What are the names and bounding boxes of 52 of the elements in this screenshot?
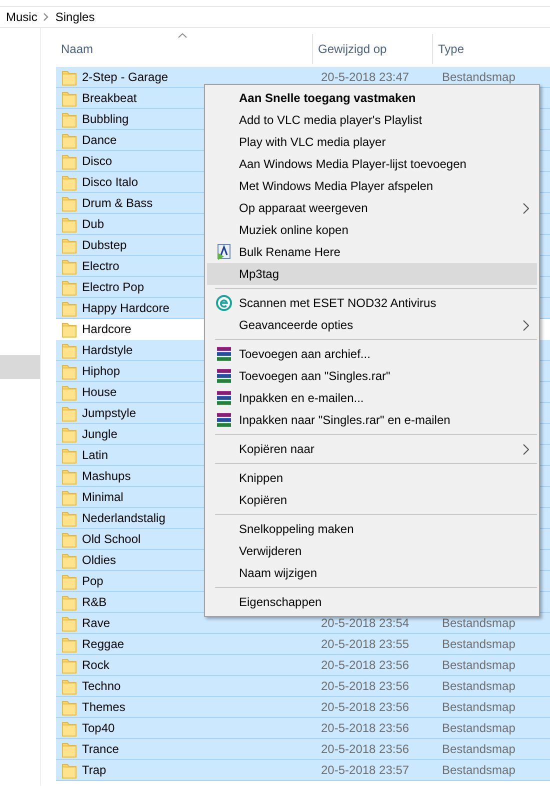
file-type: Bestandsmap: [441, 70, 516, 84]
file-type: Bestandsmap: [441, 679, 516, 693]
file-name: Hiphop: [82, 364, 120, 378]
file-name: Pop: [82, 574, 104, 588]
modified-date: 20-5-2018 23:56: [320, 742, 410, 756]
file-type: Bestandsmap: [441, 700, 516, 714]
file-name: Oldies: [82, 553, 116, 567]
file-name: Mashups: [82, 469, 131, 483]
file-name: Hardstyle: [82, 343, 133, 357]
file-name: Dubstep: [82, 238, 127, 252]
file-name: Jumpstyle: [82, 406, 136, 420]
modified-date: 20-5-2018 23:55: [320, 637, 410, 651]
file-name: Latin: [82, 448, 108, 462]
file-name: Drum & Bass: [82, 196, 153, 210]
file-name: Rock: [82, 658, 110, 672]
file-name: Electro: [82, 259, 120, 273]
file-name: Dub: [82, 217, 104, 231]
file-name: Jungle: [82, 427, 118, 441]
file-name: Trap: [82, 763, 106, 777]
modified-date: 20-5-2018 23:56: [320, 658, 410, 672]
file-type: Bestandsmap: [441, 658, 516, 672]
file-name: Trance: [82, 742, 119, 756]
modified-date: 20-5-2018 23:54: [320, 616, 410, 630]
file-type: Bestandsmap: [441, 721, 516, 735]
file-name: Happy Hardcore: [82, 301, 170, 315]
file-name: Hardcore: [82, 322, 132, 336]
file-type: Bestandsmap: [441, 616, 516, 630]
file-name: Nederlandstalig: [82, 511, 166, 525]
file-name: Electro Pop: [82, 280, 144, 294]
file-name: House: [82, 385, 117, 399]
modified-date: 20-5-2018 23:47: [320, 70, 410, 84]
file-name: Reggae: [82, 637, 124, 651]
file-type: Bestandsmap: [441, 742, 516, 756]
file-name: Top40: [82, 721, 115, 735]
file-name: Breakbeat: [82, 91, 137, 105]
modified-date: 20-5-2018 23:57: [320, 763, 410, 777]
modified-date: 20-5-2018 23:56: [320, 721, 410, 735]
file-name: Disco Italo: [82, 175, 138, 189]
file-name: Bubbling: [82, 112, 129, 126]
file-name: Minimal: [82, 490, 124, 504]
file-name: Themes: [82, 700, 126, 714]
file-type: Bestandsmap: [441, 637, 516, 651]
file-name: Rave: [82, 616, 110, 630]
file-name: Disco: [82, 154, 112, 168]
file-name: 2-Step - Garage: [82, 70, 168, 84]
modified-date: 20-5-2018 23:56: [320, 700, 410, 714]
file-name: R&B: [82, 595, 107, 609]
file-name: Dance: [82, 133, 117, 147]
modified-date: 20-5-2018 23:56: [320, 679, 410, 693]
file-name: Techno: [82, 679, 121, 693]
file-type: Bestandsmap: [441, 763, 516, 777]
file-name: Old School: [82, 532, 141, 546]
